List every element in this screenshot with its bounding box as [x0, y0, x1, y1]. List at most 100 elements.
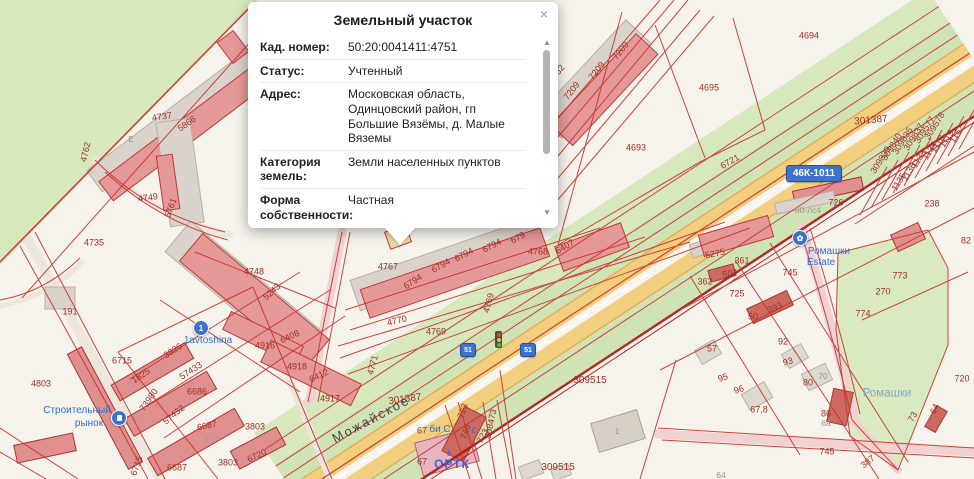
annotation-label: 70	[818, 372, 827, 381]
parcel-number-label: 6686	[187, 388, 207, 397]
scroll-down-icon[interactable]: ▼	[542, 208, 552, 218]
poi-label[interactable]: Строительный	[43, 406, 111, 416]
parcel-number-label: 4769	[426, 328, 446, 337]
parcel-number-label: 73980	[138, 387, 160, 413]
parcel-number-label: 6720	[246, 448, 268, 465]
parcel-number-label: 4917	[320, 395, 340, 404]
parcel-number-label: 3826	[162, 342, 184, 360]
parcel-number-label: 1162	[948, 123, 966, 144]
poi-label[interactable]: с	[472, 426, 477, 436]
parcel-number-label: 6794	[453, 246, 475, 263]
parcel-number-label: 6794	[430, 257, 452, 275]
parcel-number-label: 5275	[704, 248, 725, 261]
parcel-number-label: 3803	[218, 459, 238, 468]
parcel-number-label: 4694	[799, 32, 819, 41]
tire-shop-icon[interactable]: 1	[193, 320, 209, 336]
parcel-number-label: 4748	[244, 268, 264, 277]
parcel-number-label: 4762	[79, 141, 92, 163]
road-shield: 51	[460, 343, 476, 357]
parcel-number-label: 745	[819, 448, 834, 457]
popup-pointer	[385, 228, 415, 245]
parcel-number-label: 64	[929, 403, 941, 416]
parcel-number-label: 80	[803, 379, 813, 388]
parcel-number-label: 5761	[163, 197, 178, 219]
annotation-label: 64	[716, 471, 725, 479]
parcel-number-label: 309515	[573, 376, 606, 386]
field-value: Частная	[346, 193, 526, 220]
popup-fields: Кад. номер:50:20:0041411:4751Статус:Учте…	[260, 36, 526, 220]
parcel-number-label: 67,8	[750, 406, 768, 415]
parcel-number-label: 7209	[562, 80, 581, 101]
parcel-number-label: 93	[782, 356, 794, 367]
parcel-number-label: 301387	[854, 115, 888, 128]
field-value: Земли населенных пунктов	[346, 155, 526, 184]
parcel-number-label: 723	[456, 402, 470, 419]
parcel-number-label: 309515	[541, 463, 574, 473]
parcel-number-label: 6412	[308, 368, 330, 385]
parcel-number-label: 4918	[287, 363, 307, 372]
road-shield: 46К-1011	[786, 165, 842, 182]
close-icon[interactable]: ×	[536, 6, 552, 22]
annotation-label: 2	[205, 435, 210, 444]
parcel-number-label: 4735	[84, 239, 104, 248]
popup-field-row: Форма собственности:Частная	[260, 189, 526, 220]
parcel-number-label: 191	[62, 308, 77, 317]
field-label: Адрес:	[260, 87, 346, 146]
parcel-number-label: 745	[782, 269, 797, 278]
estate-flower-icon[interactable]: ✿	[792, 230, 808, 246]
field-label: Категория земель:	[260, 155, 346, 184]
parcel-number-label: 773	[892, 272, 907, 281]
parcel-number-label: 96	[733, 384, 745, 396]
parcel-number-label: 4771	[366, 354, 380, 376]
popup-field-row: Адрес:Московская область, Одинцовский ра…	[260, 83, 526, 151]
parcel-number-label: 6794	[481, 237, 503, 254]
parcel-number-label: 4749	[137, 192, 158, 204]
scroll-up-icon[interactable]: ▲	[542, 38, 552, 48]
popup-field-row: Категория земель:Земли населенных пункто…	[260, 151, 526, 189]
parcel-number-label: 4768	[528, 248, 548, 257]
parcel-number-label: 95	[717, 372, 729, 384]
traffic-light-icon	[495, 331, 502, 348]
parcel-number-label: 720	[954, 375, 969, 384]
parcel-number-label: 92	[778, 338, 788, 347]
area-name-label: Ромашки	[863, 388, 912, 400]
parcel-number-label: 362	[697, 278, 712, 287]
popup-scrollbar[interactable]: ▲ ▼	[540, 38, 554, 218]
parcel-number-label: 4737	[151, 111, 172, 123]
parcel-number-label: 6408	[279, 329, 301, 346]
annotation-label: 6а	[821, 419, 830, 428]
popup-field-row: Кад. номер:50:20:0041411:4751	[260, 36, 526, 60]
shopping-bag-icon[interactable]	[111, 410, 127, 426]
field-label: Кад. номер:	[260, 40, 346, 55]
popup-title: Земельный участок	[248, 2, 558, 34]
parcel-number-label: 3803	[245, 423, 265, 432]
poi-label[interactable]: рынок	[75, 419, 103, 429]
parcel-number-label: 393	[766, 301, 783, 315]
parcel-number-label: 82	[961, 237, 971, 246]
parcel-number-label: 6715	[112, 357, 132, 366]
parcel-number-label: 4767	[378, 263, 398, 272]
field-value: Московская область, Одинцовский район, г…	[346, 87, 526, 146]
field-label: Статус:	[260, 64, 346, 79]
poi-glyph-icon: ◗	[445, 445, 453, 459]
parcel-number-label: 50	[748, 313, 758, 322]
poi-label[interactable]: 1avtoshina	[184, 336, 232, 346]
parcel-number-label: 4769	[482, 292, 496, 314]
parcel-number-label: 270	[875, 288, 890, 297]
parcel-number-label: 1825	[130, 367, 152, 385]
scrollbar-thumb[interactable]	[543, 50, 550, 154]
poi-label[interactable]: би С	[429, 425, 450, 435]
parcel-number-label: 6794	[402, 273, 424, 291]
road-shield: 51	[520, 343, 536, 357]
parcel-number-label: 5866	[176, 115, 198, 134]
parcel-number-label: 67	[417, 458, 427, 467]
parcel-number-label: 387	[859, 454, 876, 470]
annotation-label: 1	[615, 427, 620, 436]
field-label: Форма собственности:	[260, 193, 346, 220]
parcel-number-label: 4695	[699, 84, 719, 93]
poi-label[interactable]: Ромашки	[808, 247, 850, 257]
poi-label[interactable]: Estate	[807, 258, 835, 268]
parcel-number-label: 4770	[386, 314, 408, 328]
cadastral-map[interactable]: 4762473758664749576147351914803671538261…	[0, 0, 974, 479]
parcel-number-label: 4693	[626, 144, 646, 153]
